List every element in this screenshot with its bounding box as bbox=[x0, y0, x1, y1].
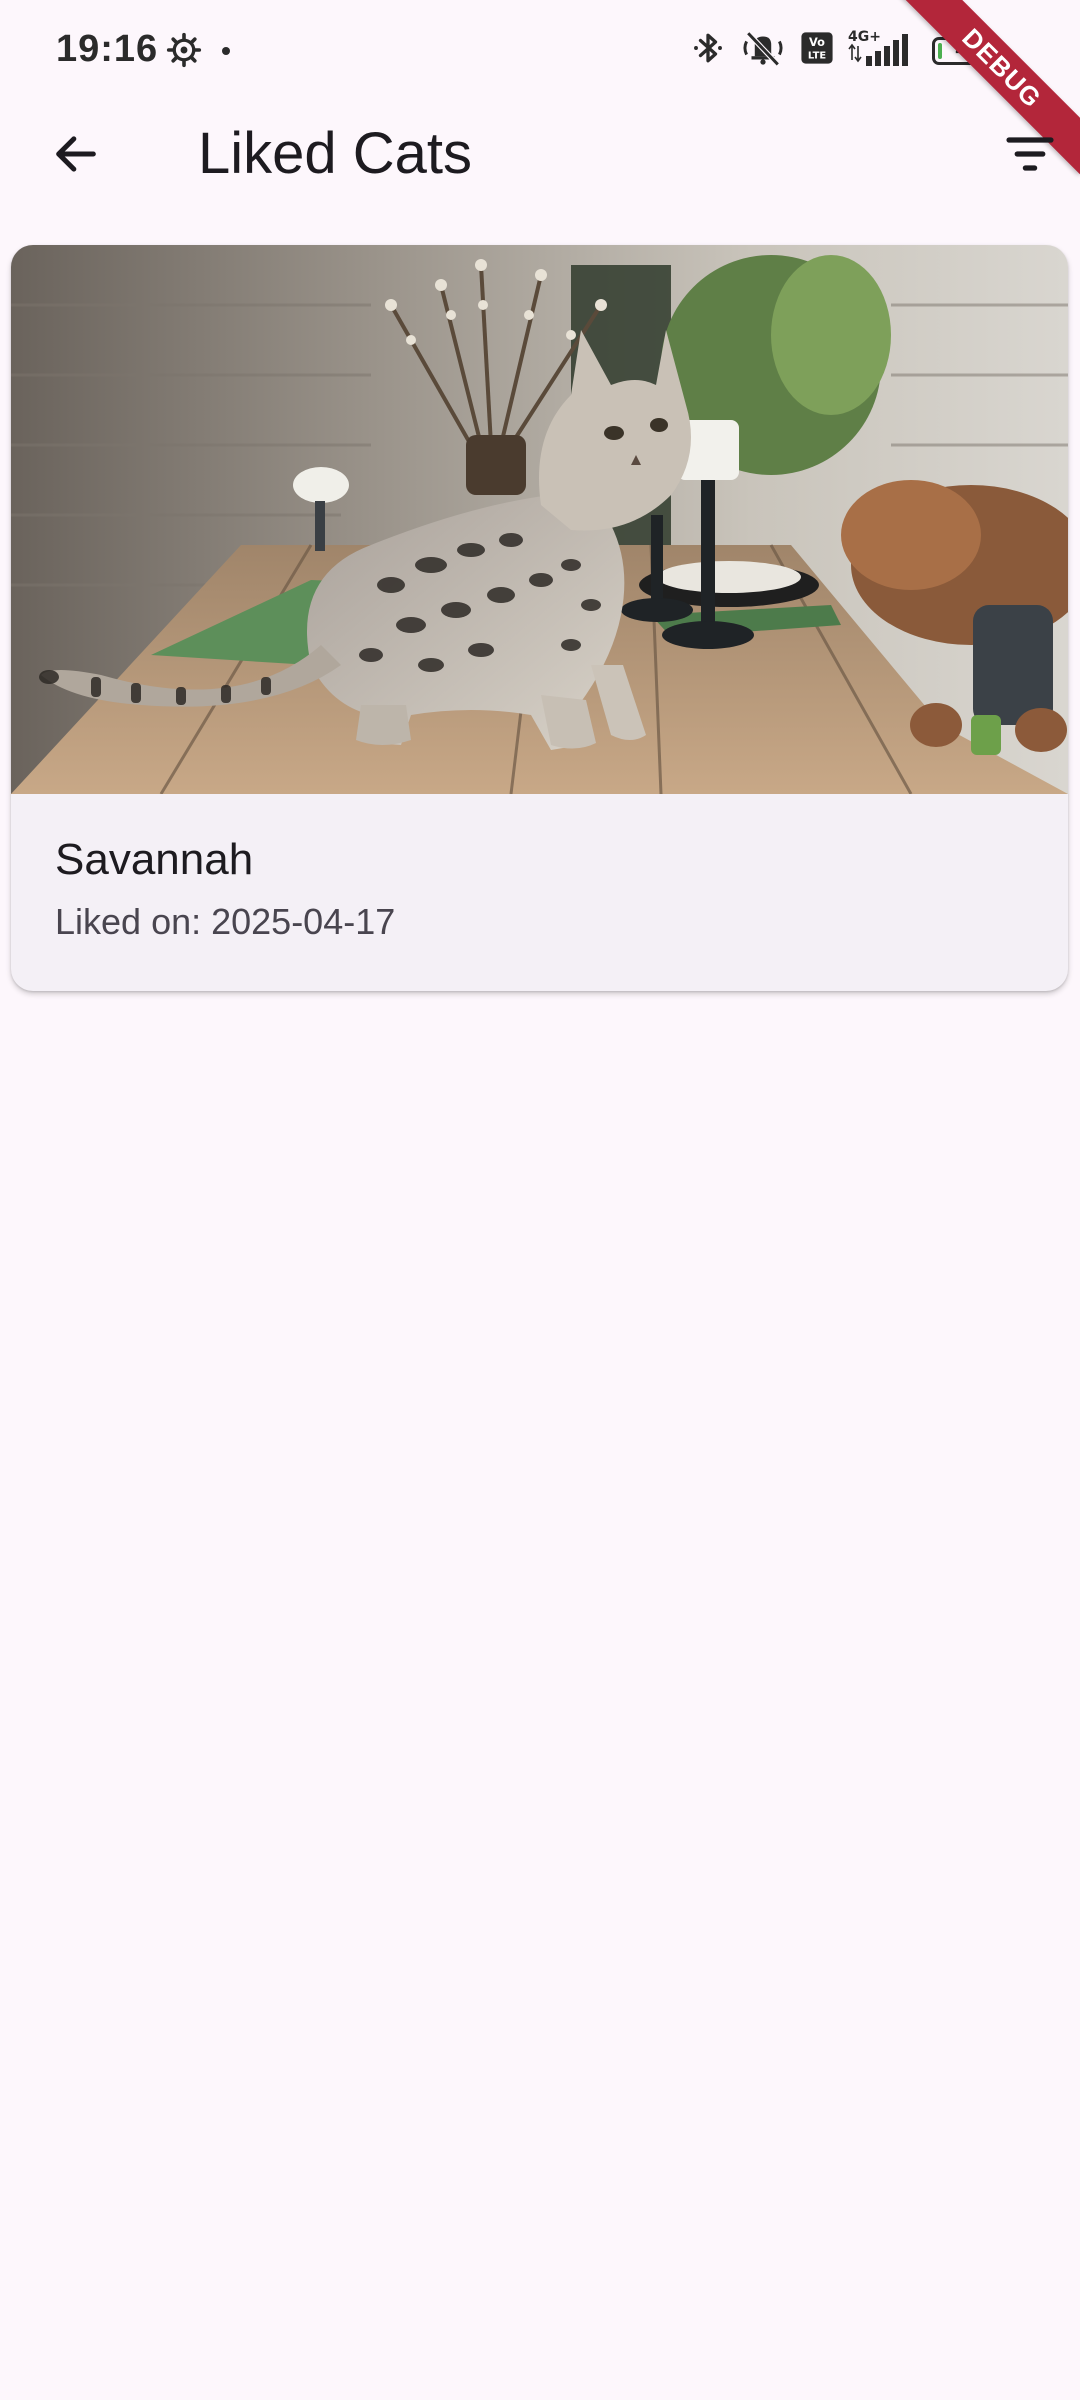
svg-text:Vo: Vo bbox=[809, 35, 825, 49]
filter-list-icon bbox=[1002, 126, 1058, 187]
status-left-icons bbox=[166, 32, 232, 73]
back-button[interactable] bbox=[36, 124, 116, 188]
volte-icon: Vo LTE bbox=[800, 31, 834, 70]
page-title: Liked Cats bbox=[198, 121, 473, 186]
liked-date: Liked on: 2025-04-17 bbox=[55, 901, 396, 942]
status-bar: 19:16 Vo LTE 4G+ 4 bbox=[0, 0, 1080, 104]
cat-breed-name: Savannah bbox=[55, 835, 254, 884]
bluetooth-icon bbox=[690, 28, 726, 73]
notification-dot-icon bbox=[220, 44, 232, 62]
filter-button[interactable] bbox=[990, 124, 1070, 188]
battery-icon: 4 bbox=[932, 36, 995, 65]
cat-photo bbox=[11, 245, 1068, 794]
status-time: 19:16 bbox=[56, 28, 159, 70]
settings-gear-icon bbox=[166, 32, 202, 73]
liked-cat-card[interactable]: Savannah Liked on: 2025-04-17 bbox=[11, 245, 1068, 991]
signal-icon: 4G+ bbox=[848, 28, 918, 73]
svg-text:LTE: LTE bbox=[808, 51, 826, 62]
status-right-icons: Vo LTE 4G+ 4 bbox=[690, 28, 995, 73]
arrow-back-icon bbox=[50, 128, 102, 185]
app-bar: Liked Cats bbox=[0, 104, 1080, 208]
network-type-label: 4G+ bbox=[848, 29, 881, 45]
battery-level: 4 bbox=[955, 39, 967, 61]
vibrate-off-icon bbox=[740, 28, 786, 73]
